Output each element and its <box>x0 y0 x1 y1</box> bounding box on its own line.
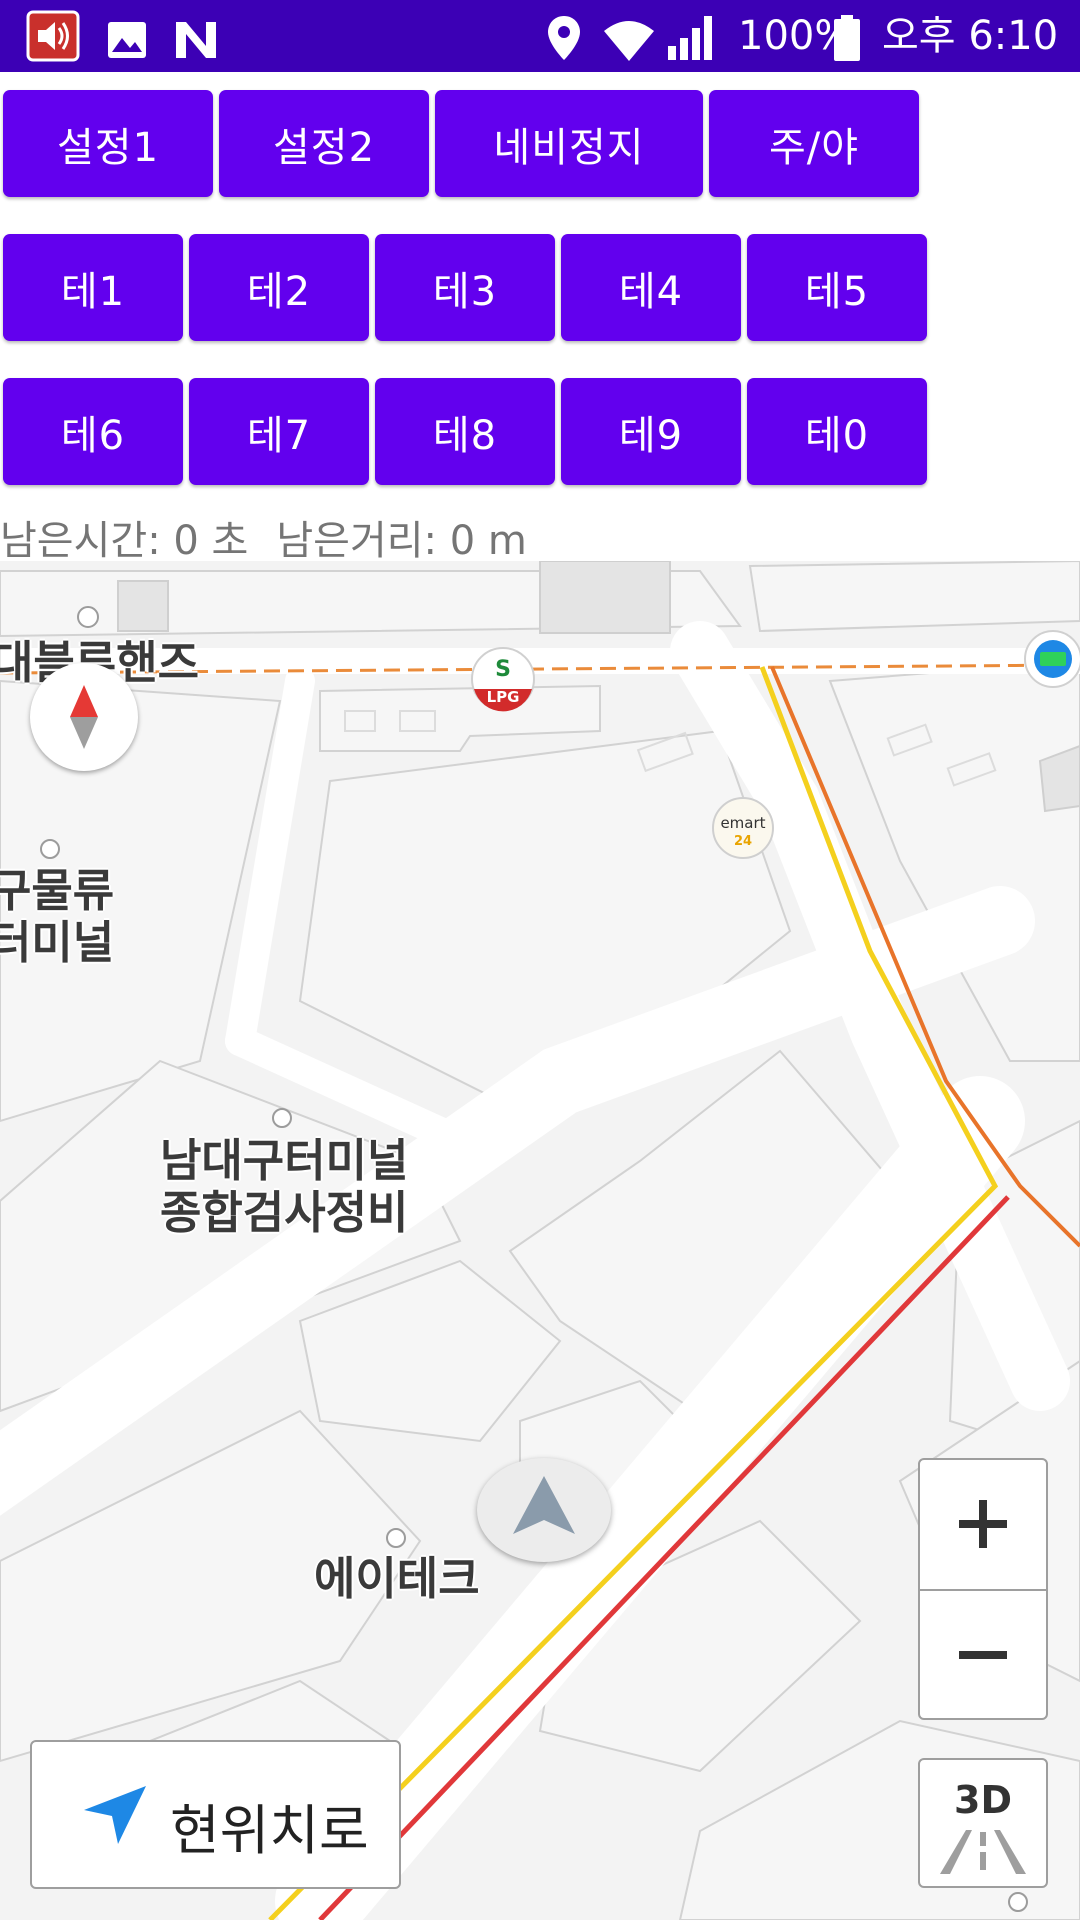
test9-button[interactable]: 테9 <box>561 378 741 485</box>
battery-icon <box>834 15 860 61</box>
map-label-logistics-2: 터미널 <box>0 916 115 969</box>
svg-text:S: S <box>495 657 511 682</box>
test1-button[interactable]: 테1 <box>3 234 183 341</box>
test8-button[interactable]: 테8 <box>375 378 555 485</box>
compass-button[interactable] <box>30 663 138 771</box>
map-label-logistics-1: 구물류 <box>0 864 115 917</box>
map-label-terminal-1: 남대구터미널 <box>160 1134 409 1187</box>
current-location-button[interactable]: 현위치로 <box>30 1740 401 1889</box>
test5-button[interactable]: 테5 <box>747 234 927 341</box>
road-perspective-icon <box>940 1830 1026 1874</box>
navigation-icon <box>84 1786 146 1844</box>
app-screen: 100% 오후 6:10 설정1 설정2 네비정지 주/야 테1 테2 테3 테… <box>0 0 1080 1920</box>
3d-mode-button[interactable]: 3D <box>918 1758 1048 1888</box>
emart-sub: 24 <box>734 834 752 849</box>
test2-button[interactable]: 테2 <box>189 234 369 341</box>
location-icon <box>548 16 580 60</box>
n-icon <box>176 22 216 58</box>
status-bar: 100% 오후 6:10 <box>0 0 1080 72</box>
test3-button[interactable]: 테3 <box>375 234 555 341</box>
remaining-distance: 남은거리: 0 m <box>276 518 527 564</box>
signal-icon <box>668 16 712 60</box>
image-icon <box>108 22 146 58</box>
day-night-button[interactable]: 주/야 <box>709 90 919 197</box>
test4-button[interactable]: 테4 <box>561 234 741 341</box>
settings2-button[interactable]: 설정2 <box>219 90 429 197</box>
wifi-icon <box>604 21 654 61</box>
stop-navi-button[interactable]: 네비정지 <box>435 90 703 197</box>
emart-label: emart <box>720 814 765 832</box>
compass-icon <box>70 685 98 749</box>
3d-label: 3D <box>954 1778 1012 1822</box>
test6-button[interactable]: 테6 <box>3 378 183 485</box>
test7-button[interactable]: 테7 <box>189 378 369 485</box>
zoom-controls <box>918 1458 1048 1720</box>
lpg-label: LPG <box>487 688 520 706</box>
settings1-button[interactable]: 설정1 <box>3 90 213 197</box>
minus-icon <box>959 1651 1007 1659</box>
zoom-in-button[interactable] <box>920 1460 1046 1588</box>
clock: 오후 6:10 <box>882 13 1059 59</box>
map-label-atech: 에이테크 <box>314 1552 480 1605</box>
plus-icon <box>959 1500 1007 1548</box>
speaker-icon <box>26 10 80 62</box>
test0-button[interactable]: 테0 <box>747 378 927 485</box>
map-label-terminal-2: 종합검사정비 <box>160 1186 409 1239</box>
navigation-arrow-icon <box>513 1476 575 1534</box>
current-location-label: 현위치로 <box>170 1799 369 1862</box>
my-location-marker <box>477 1458 611 1562</box>
remaining-time: 남은시간: 0 초 <box>0 518 249 564</box>
remaining-info: 남은시간: 0 초 남은거리: 0 m <box>0 508 555 564</box>
zoom-out-button[interactable] <box>920 1591 1046 1719</box>
